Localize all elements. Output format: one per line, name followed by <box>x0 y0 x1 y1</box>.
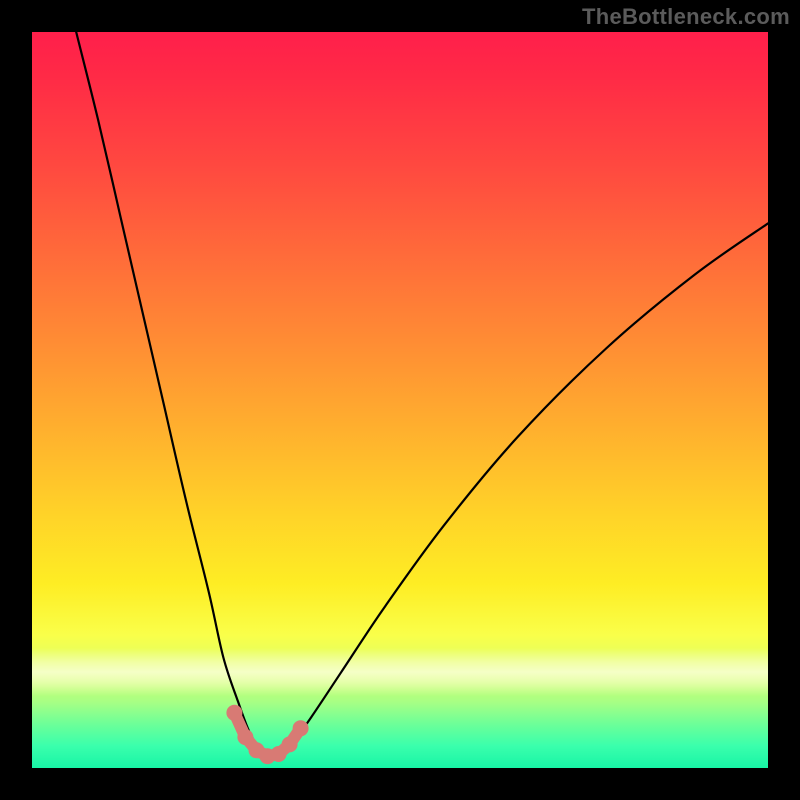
highlight-dot <box>282 736 298 752</box>
highlight-dot <box>237 729 253 745</box>
chart-frame: TheBottleneck.com <box>0 0 800 800</box>
plot-area <box>32 32 768 768</box>
highlight-markers <box>226 705 308 764</box>
bottleneck-curve <box>76 32 768 757</box>
curve-svg <box>32 32 768 768</box>
highlight-dot <box>293 720 309 736</box>
watermark-text: TheBottleneck.com <box>582 4 790 30</box>
highlight-dot <box>226 705 242 721</box>
